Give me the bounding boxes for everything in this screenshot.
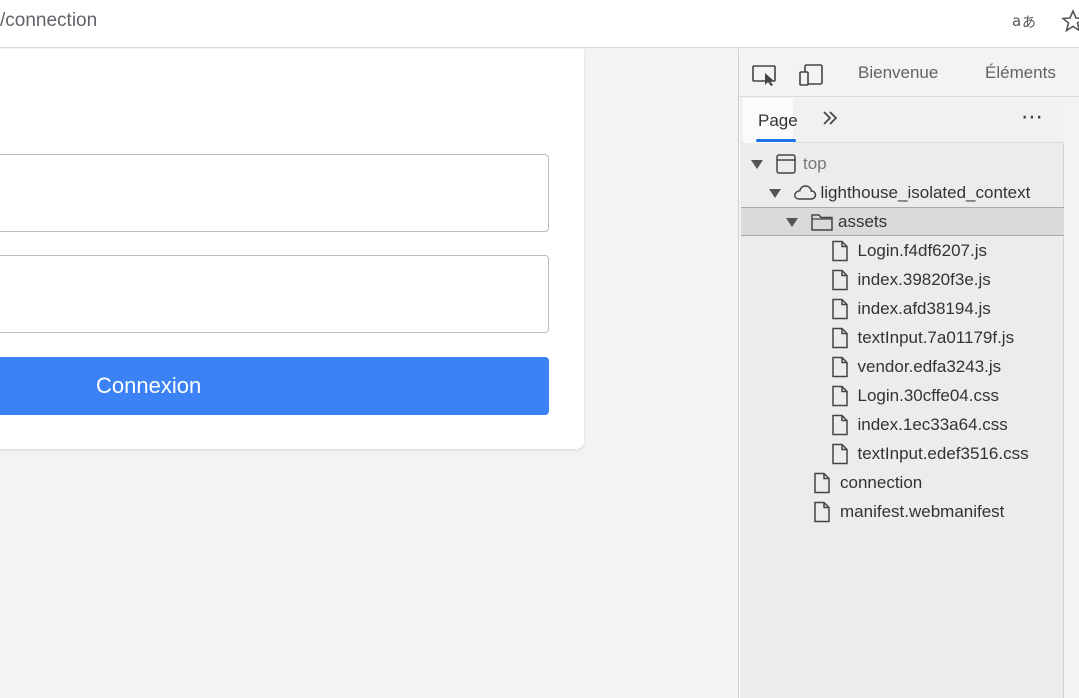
tab-page-label: Page (758, 111, 798, 130)
login-button-label: Connexion (96, 373, 202, 398)
file-icon (830, 327, 852, 349)
file-icon (830, 269, 852, 291)
tab-elements[interactable]: Éléments (985, 63, 1056, 83)
inspect-element-icon[interactable] (751, 62, 779, 88)
file-icon (830, 240, 852, 262)
tree-item-label: vendor.edfa3243.js (857, 357, 1002, 376)
address-bar: /connection a あ (0, 0, 1079, 48)
file-icon (830, 443, 852, 465)
expand-triangle-icon[interactable] (786, 218, 798, 227)
translate-icon[interactable]: a あ (1012, 8, 1038, 34)
file-icon (812, 472, 834, 494)
page-viewport: Connexion (0, 49, 738, 698)
expand-triangle-icon[interactable] (751, 160, 763, 169)
tree-item-label: top (803, 154, 827, 173)
frame-icon (775, 153, 797, 175)
tree-item-label: connection (840, 473, 923, 492)
tree-frame-item[interactable]: top (741, 150, 1064, 179)
tree-item-label: index.afd38194.js (857, 299, 991, 318)
file-icon (830, 414, 852, 436)
cloud-icon (793, 182, 816, 204)
file-icon (830, 385, 852, 407)
tree-item-label: textInput.7a01179f.js (857, 328, 1015, 347)
devtools-toolbar: Bienvenue Éléments (739, 49, 1079, 97)
tree-file-item[interactable]: vendor.edfa3243.js (741, 353, 1064, 382)
tree-item-label: index.1ec33a64.css (857, 415, 1008, 434)
tree-item-label: Login.30cffe04.css (857, 386, 999, 405)
tree-file-item[interactable]: index.afd38194.js (741, 295, 1064, 324)
more-options-icon[interactable]: ⋯ (1021, 104, 1044, 130)
tree-file-item[interactable]: Login.f4df6207.js (741, 237, 1064, 266)
file-icon (830, 356, 852, 378)
tree-item-label: lighthouse_isolated_context (820, 183, 1031, 202)
tree-file-item[interactable]: index.39820f3e.js (741, 266, 1064, 295)
tree-item-label: index.39820f3e.js (857, 270, 991, 289)
login-card: Connexion (0, 49, 584, 449)
svg-text:あ: あ (1022, 15, 1036, 31)
device-toolbar-icon[interactable] (797, 62, 825, 88)
svg-text:a: a (1012, 12, 1021, 30)
tree-item-label: assets (838, 212, 888, 231)
sources-navigator: Page ⋯ top lighthouse_isolated_contextass… (741, 98, 1064, 698)
chevron-double-right-icon[interactable] (821, 107, 839, 135)
tree-file-item[interactable]: textInput.edef3516.css (741, 440, 1064, 469)
expand-triangle-icon[interactable] (768, 189, 781, 198)
tree-file-item[interactable]: connection (741, 469, 1064, 498)
devtools-panel: Bienvenue Éléments Page ⋯ top lighthouse_… (738, 49, 1079, 698)
password-field[interactable] (0, 255, 549, 333)
tree-item-label: Login.f4df6207.js (857, 241, 988, 260)
tab-bienvenue[interactable]: Bienvenue (858, 63, 938, 83)
tree-file-item[interactable]: textInput.7a01179f.js (741, 324, 1064, 353)
tree-folder-item[interactable]: assets (741, 207, 1064, 236)
file-icon (812, 501, 834, 523)
tree-file-item[interactable]: Login.30cffe04.css (741, 382, 1064, 411)
username-field[interactable] (0, 154, 549, 232)
tab-page[interactable]: Page (743, 98, 798, 143)
tree-item-label: manifest.webmanifest (840, 502, 1005, 521)
folder-icon (810, 211, 833, 233)
tree-item-label: textInput.edef3516.css (857, 444, 1029, 463)
url-text[interactable]: /connection (0, 8, 97, 34)
login-button[interactable]: Connexion (0, 357, 549, 415)
star-icon[interactable] (1060, 8, 1079, 34)
tree-cloud-item[interactable]: lighthouse_isolated_context (741, 179, 1064, 208)
navigator-tabs: Page ⋯ (741, 98, 1064, 143)
active-tab-indicator (756, 139, 796, 142)
tree-file-item[interactable]: manifest.webmanifest (741, 498, 1064, 527)
devtools-side-strip (1064, 98, 1079, 698)
tree-file-item[interactable]: index.1ec33a64.css (741, 411, 1064, 440)
file-icon (830, 298, 852, 320)
